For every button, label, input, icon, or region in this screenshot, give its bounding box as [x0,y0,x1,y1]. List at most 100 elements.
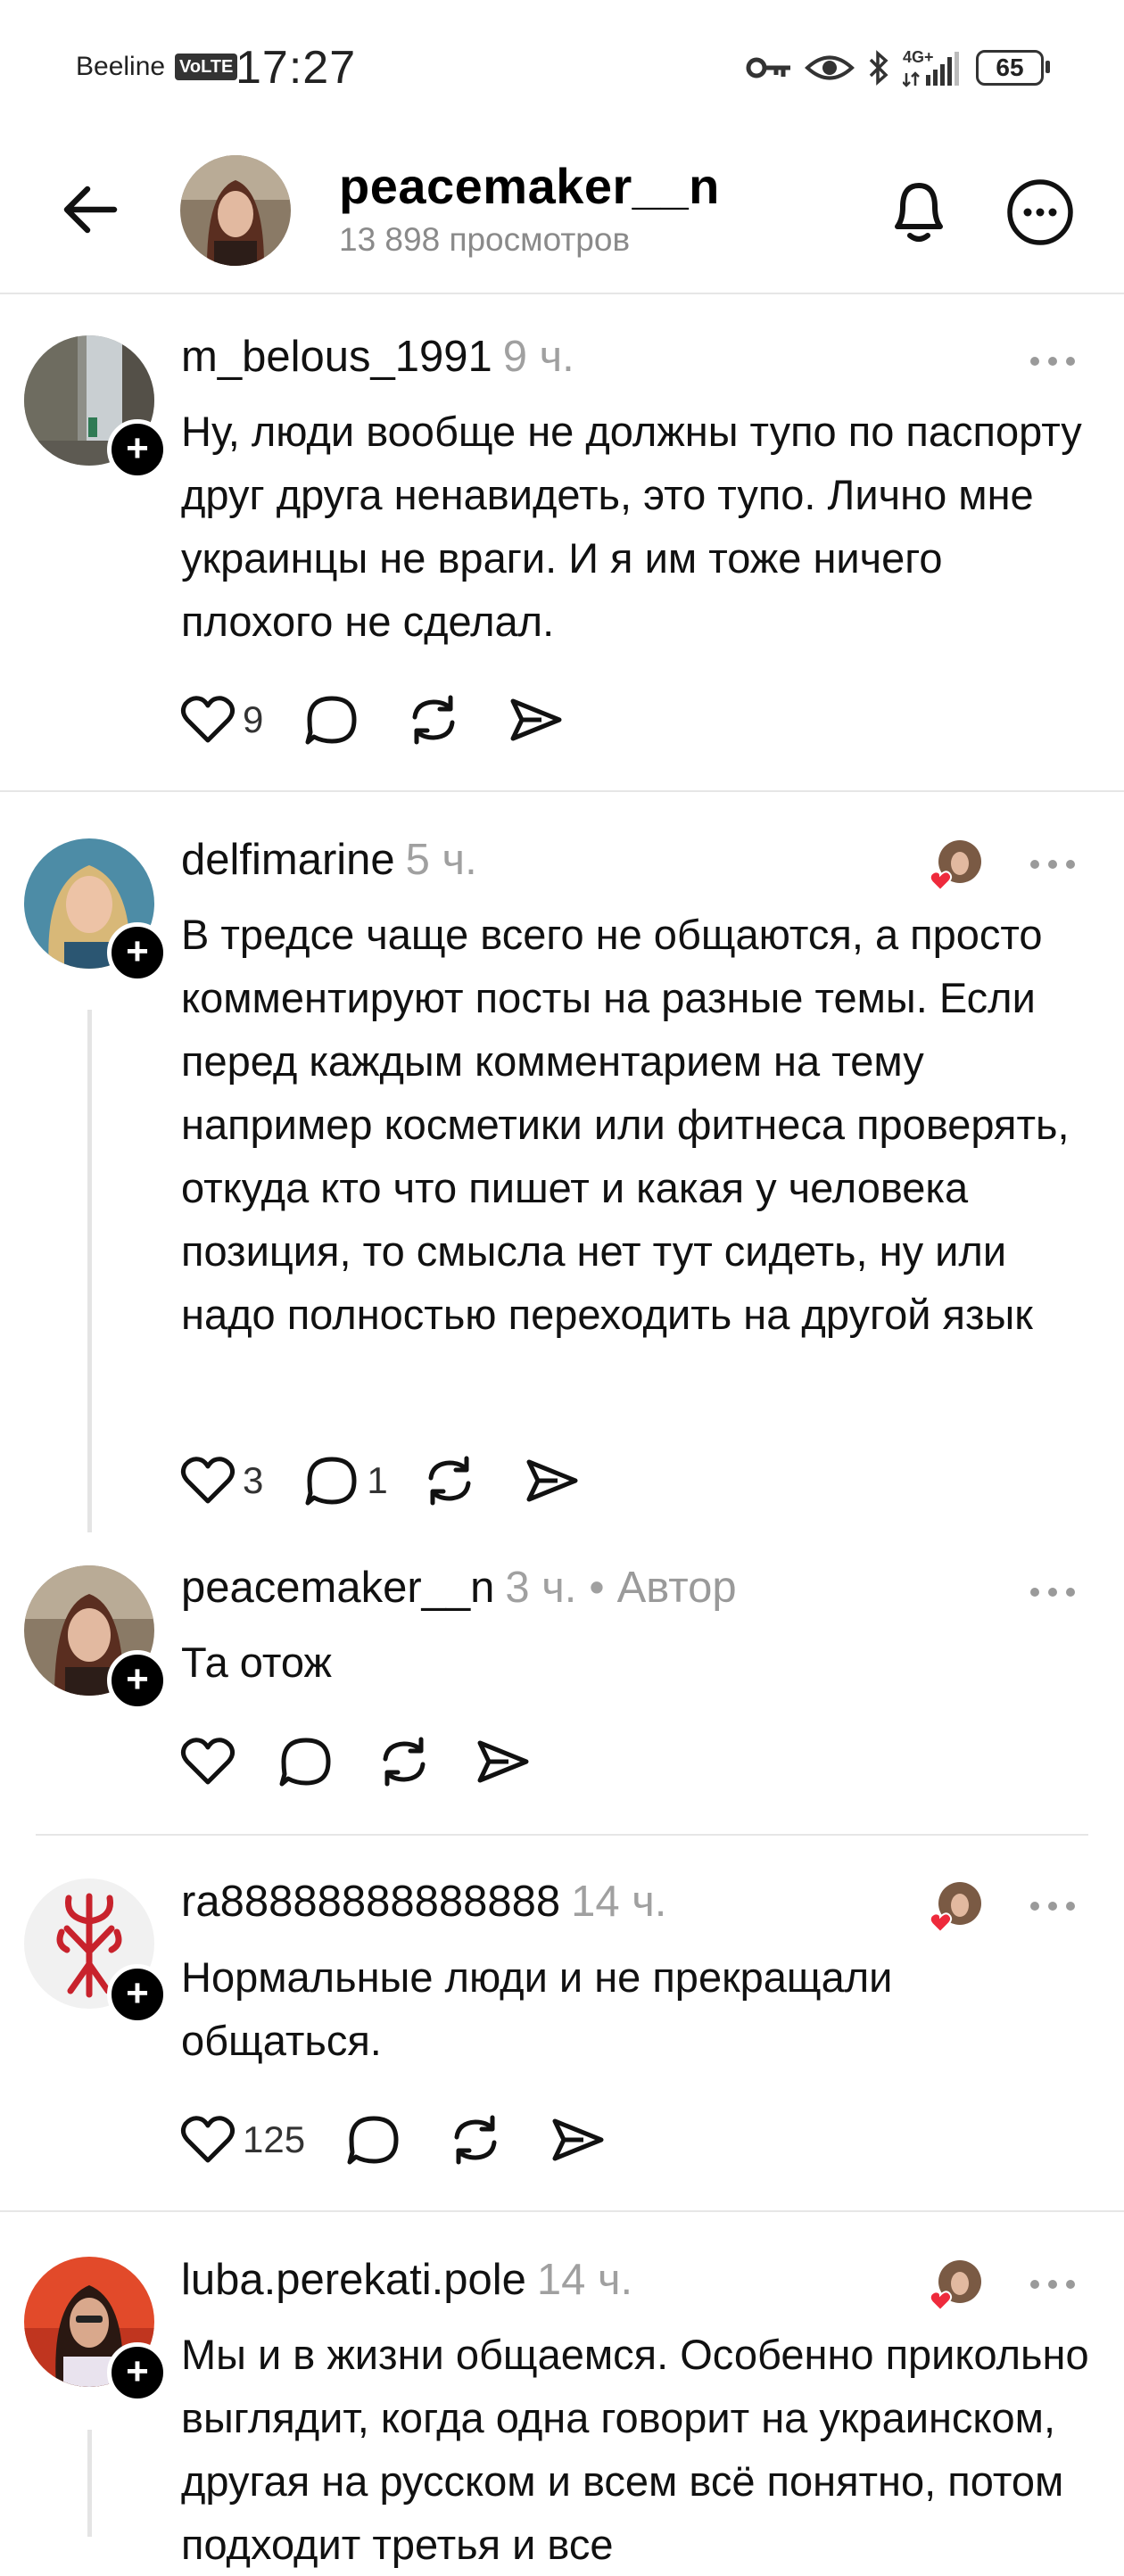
comment-username[interactable]: m_belous_1991 [181,333,492,381]
author-liked-indicator [928,2258,983,2314]
repost-button[interactable] [404,690,463,749]
share-button[interactable] [548,2110,607,2169]
send-icon [477,1740,529,1783]
header-username[interactable]: peacemaker__n [339,157,720,215]
status-time: 17:27 [236,42,357,94]
repost-button[interactable] [375,1732,434,1791]
comment-username[interactable]: ra88888888888888 [181,1878,560,1926]
send-icon [526,1459,578,1502]
reply-count: 1 [367,1459,388,1501]
like-count: 125 [243,2118,306,2160]
share-button[interactable] [506,690,565,749]
comment-meta: delfimarine 5 ч. [181,835,477,885]
author-mini-avatar [929,1882,981,1934]
follow-plus-icon[interactable]: + [107,2342,168,2403]
comment-time: 9 ч. [502,333,574,381]
comment-more-icon[interactable] [1026,2275,1079,2293]
network-indicator: 4G+ [903,48,963,87]
heart-icon [180,1738,236,1785]
reply-button[interactable]: 1 [302,1451,388,1510]
volte-badge: VoLTE [175,54,238,80]
comment-meta: luba.perekati.pole 14 ч. [181,2255,632,2305]
send-icon [552,2118,604,2161]
repost-icon [454,2115,497,2165]
comment-meta: ra88888888888888 14 ч. [181,1877,666,1927]
header-divider [0,293,1124,294]
comment-time: 3 ч. [505,1564,577,1612]
follow-plus-icon[interactable]: + [107,419,168,480]
follow-plus-icon[interactable]: + [107,1650,168,1711]
repost-icon [428,1456,471,1506]
comment-more-icon[interactable] [1026,855,1079,873]
comment-divider [0,2210,1124,2212]
repost-button[interactable] [446,2110,505,2169]
comment-more-icon[interactable] [1026,1583,1079,1601]
share-button[interactable] [522,1451,581,1510]
key-icon [746,57,790,78]
thread-line [87,2430,92,2537]
heart-icon [180,1457,236,1504]
meta-separator: • [589,1564,605,1612]
signal-icon [903,52,959,87]
more-options-icon[interactable] [1006,178,1074,246]
author-mini-avatar [929,2260,981,2312]
repost-button[interactable] [420,1451,479,1510]
comment-actions: 3 1 [178,1449,624,1512]
bell-icon[interactable] [885,175,953,246]
profile-photo [180,155,291,266]
comment-username[interactable]: delfimarine [181,836,395,884]
comment-meta: peacemaker__n 3 ч. • Автор [181,1563,737,1613]
profile-avatar[interactable] [180,155,291,266]
thread-line [87,1010,92,1532]
repost-icon [383,1737,426,1787]
repost-icon [412,695,455,745]
status-icons: 4G+ 65 [746,48,1050,87]
like-count: 3 [243,1459,264,1501]
comment-meta: m_belous_1991 9 ч. [181,332,574,382]
reply-button[interactable] [302,690,361,749]
comment-username[interactable]: luba.perekati.pole [181,2256,526,2304]
comment-more-icon[interactable] [1026,352,1079,370]
like-button[interactable] [178,1732,237,1791]
comment-more-icon[interactable] [1026,1897,1079,1915]
comment-text: Нормальные люди и не прекращали общаться… [181,1953,893,2064]
header-views: 13 898 просмотров [339,221,631,258]
carrier-name: Beeline [76,52,166,81]
reply-divider [36,1834,1088,1836]
back-arrow-icon[interactable] [59,178,121,241]
like-button[interactable]: 3 [178,1451,263,1510]
share-button[interactable] [473,1732,532,1791]
like-button[interactable]: 125 [178,2110,305,2169]
heart-icon [180,696,236,743]
eye-icon [805,55,855,80]
reply-button[interactable] [277,1732,335,1791]
comment-actions: 9 [178,689,607,751]
comment-actions [178,1730,574,1793]
comment-text: Мы и в жизни общаемся. Особенно прикольн… [181,2331,1089,2568]
comment-text: В тредсе чаще всего не общаются, а прост… [181,911,1070,1338]
comment-divider [0,790,1124,792]
comment-time: 14 ч. [536,2256,633,2304]
send-icon [510,698,562,741]
like-button[interactable]: 9 [178,690,263,749]
author-liked-indicator [928,1880,983,1936]
comment-time: 5 ч. [405,836,477,884]
follow-plus-icon[interactable]: + [107,922,168,983]
reply-icon [305,696,357,745]
comment-actions: 125 [178,2109,649,2171]
comment-text: Та отож [181,1639,332,1686]
author-liked-indicator [928,838,983,894]
comment-time: 14 ч. [571,1878,667,1926]
author-mini-avatar [929,840,981,892]
heart-icon [180,2116,236,2163]
follow-plus-icon[interactable]: + [107,1964,168,2025]
battery-indicator: 65 [976,50,1050,86]
reply-button[interactable] [344,2110,403,2169]
comment-username[interactable]: peacemaker__n [181,1564,494,1612]
reply-icon [347,2116,399,2165]
reply-icon [305,1457,357,1506]
comment-text: Ну, люди вообще не должны тупо по паспор… [181,408,1082,645]
reply-icon [279,1738,331,1787]
author-label: Автор [616,1564,737,1612]
like-count: 9 [243,698,264,740]
